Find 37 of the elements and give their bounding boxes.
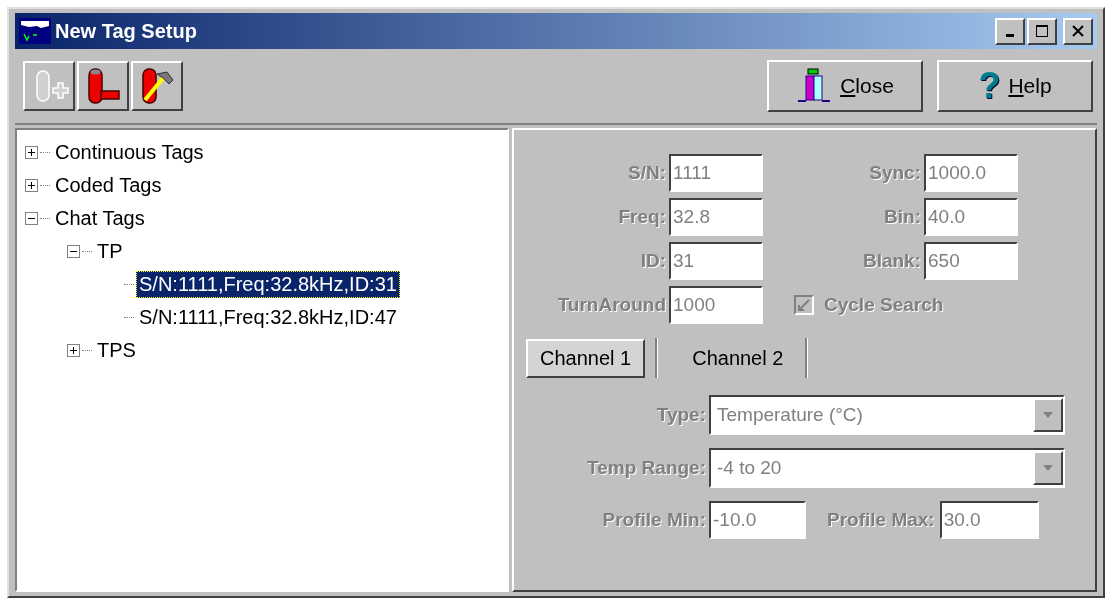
expander-icon[interactable] <box>67 245 80 258</box>
field-label: Profile Max: <box>827 509 935 531</box>
help-button[interactable]: ? Help <box>937 60 1093 112</box>
expander-icon[interactable] <box>67 344 80 357</box>
minimize-icon <box>1006 34 1014 37</box>
field-label: S/N: <box>627 161 666 184</box>
field-label: Blank: <box>861 249 921 272</box>
tree-item[interactable]: Continuous Tags <box>52 139 207 166</box>
toolbar-button[interactable] <box>77 61 129 111</box>
tree-item[interactable]: Chat Tags <box>52 205 148 232</box>
expander-icon[interactable] <box>25 146 38 159</box>
tree-item[interactable]: TPS <box>94 337 139 364</box>
maximize-button[interactable] <box>1027 17 1057 45</box>
door-icon <box>796 68 833 104</box>
field-label: Temp Range: <box>586 457 706 479</box>
window-close-button[interactable] <box>1063 17 1093 45</box>
tree-item[interactable]: Coded Tags <box>52 172 165 199</box>
expander-icon[interactable] <box>25 212 38 225</box>
minimize-button[interactable] <box>995 17 1025 45</box>
field-label: Freq: <box>617 205 666 228</box>
field-label: Type: <box>655 404 706 426</box>
app-icon <box>19 18 51 44</box>
field-label: Sync: <box>868 161 921 184</box>
tree-item[interactable]: S/N:1111,Freq:32.8kHz,ID:31 <box>136 271 400 298</box>
toolbar-button[interactable] <box>131 61 183 111</box>
tree-item[interactable]: S/N:1111,Freq:32.8kHz,ID:47 <box>136 304 400 331</box>
checkbox-label: Cycle Search <box>824 293 944 316</box>
tree-item[interactable]: TP <box>94 238 126 265</box>
maximize-icon <box>1035 24 1049 38</box>
field-label: TurnAround <box>556 293 666 316</box>
field-label: Profile Min: <box>601 509 706 531</box>
expander-icon[interactable] <box>25 179 38 192</box>
field-label: Bin: <box>883 205 921 228</box>
field-label: ID: <box>639 249 666 272</box>
window-title: New Tag Setup <box>55 19 198 43</box>
close-button[interactable]: Close <box>767 60 923 112</box>
close-icon <box>1071 24 1085 38</box>
